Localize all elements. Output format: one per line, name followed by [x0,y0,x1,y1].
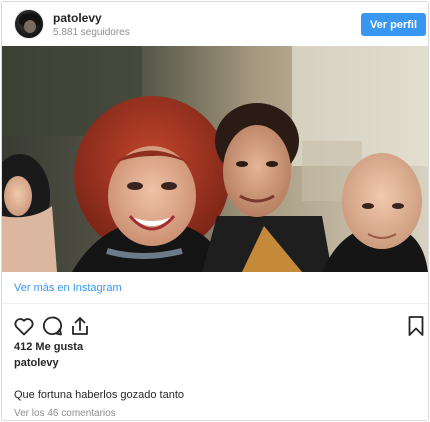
post-header: patolevy 5.881 seguidores Ver perfil [2,2,428,46]
caption-username[interactable]: patolevy [14,357,59,369]
header-username[interactable]: patolevy [53,11,102,25]
profile-avatar[interactable] [14,9,44,39]
photo-image [2,46,428,272]
post-photo[interactable] [2,46,428,272]
instagram-embed-card: patolevy 5.881 seguidores Ver perfil Ver… [1,1,429,421]
bookmark-icon[interactable] [404,314,428,338]
share-icon[interactable] [68,314,92,338]
comment-icon[interactable] [40,314,64,338]
view-profile-button[interactable]: Ver perfil [361,13,426,36]
like-count[interactable]: 412 Me gusta [14,341,83,353]
view-comments-link[interactable]: Ver los 46 comentarios [14,408,116,419]
follower-count: 5.881 seguidores [53,27,130,38]
heart-icon[interactable] [12,314,36,338]
see-more-bar: Ver más en Instagram [2,272,428,304]
action-bar [2,310,428,340]
caption-text: Que fortuna haberlos gozado tanto [14,389,185,401]
see-more-link[interactable]: Ver más en Instagram [14,282,122,294]
